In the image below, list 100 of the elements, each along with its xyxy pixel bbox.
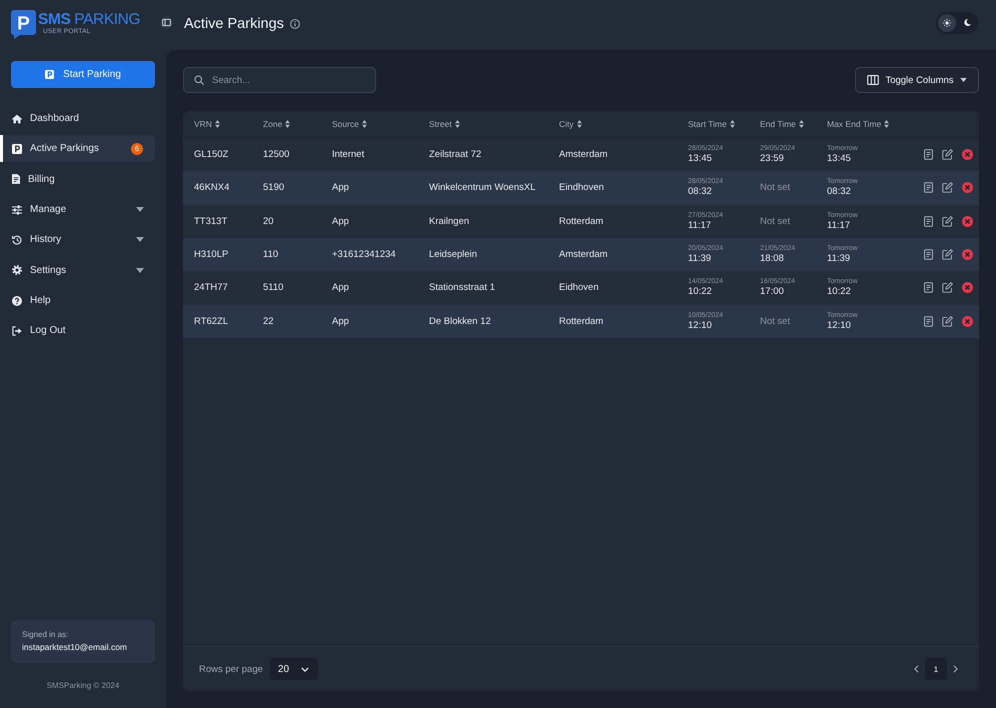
table-cell: App — [332, 182, 349, 194]
nav-item[interactable]: Billing — [0, 166, 155, 193]
nav-item[interactable]: Dashboard — [0, 105, 155, 132]
sort-icon — [454, 120, 460, 128]
edit-icon[interactable] — [942, 216, 952, 227]
time-text: 11:39 — [688, 253, 712, 264]
page-button[interactable]: 1 — [925, 658, 947, 680]
column-header[interactable]: Max End Time — [816, 111, 906, 137]
column-header[interactable]: End Time — [749, 111, 816, 137]
table-cell: Rotterdam — [559, 316, 604, 327]
nav-item[interactable]: Settings — [0, 256, 155, 284]
edit-icon[interactable] — [942, 316, 952, 327]
time-text: 11:17 — [827, 220, 850, 231]
columns-icon — [867, 75, 880, 85]
sun-icon — [943, 18, 951, 26]
nav-item[interactable]: Log Out — [0, 317, 155, 344]
time-text: 13:45 — [688, 153, 712, 164]
edit-icon[interactable] — [942, 249, 952, 260]
table-cell: 20 — [263, 216, 274, 227]
time-text: 12:10 — [827, 320, 851, 331]
column-header[interactable]: Source — [321, 111, 418, 137]
start-parking-button[interactable]: Start Parking — [11, 61, 155, 88]
caret-icon — [136, 268, 144, 273]
moon-icon — [964, 19, 970, 26]
toggle-columns-button[interactable]: Toggle Columns — [855, 67, 979, 93]
column-header[interactable]: City — [548, 111, 677, 137]
table-cell: Eidhoven — [559, 282, 599, 294]
sort-icon — [285, 120, 290, 128]
document-icon[interactable] — [924, 149, 932, 160]
table-cell: 12500 — [263, 149, 290, 160]
light-mode-button[interactable] — [938, 14, 956, 32]
table-cell: 5110 — [263, 282, 284, 294]
nav-item[interactable]: Manage — [0, 196, 155, 224]
table-cell: App — [332, 216, 349, 227]
table-cell: RT62ZL — [194, 316, 228, 327]
rows-per-page-label: Rows per page — [199, 664, 263, 674]
edit-icon[interactable] — [942, 282, 952, 294]
delete-icon[interactable] — [962, 282, 972, 294]
rows-per-page-select[interactable]: 20 — [270, 658, 318, 680]
nav-item[interactable]: Help — [0, 287, 155, 314]
unset-text: Not set — [760, 182, 790, 194]
history-icon — [12, 234, 22, 245]
document-icon[interactable] — [924, 216, 932, 227]
help-icon — [12, 296, 22, 306]
column-header[interactable]: Start Time — [677, 111, 749, 137]
delete-icon[interactable] — [962, 216, 972, 227]
search-icon — [194, 75, 204, 85]
time-text: 12:10 — [688, 320, 712, 331]
delete-icon[interactable] — [962, 316, 972, 327]
sort-icon — [884, 120, 890, 128]
sort-icon — [214, 120, 220, 128]
document-icon[interactable] — [924, 282, 932, 294]
nav-item[interactable]: History — [0, 226, 155, 254]
sort-icon — [362, 120, 367, 128]
page-title: Active Parkings — [184, 16, 284, 32]
unset-text: Not set — [760, 216, 790, 227]
table-cell: Internet — [332, 149, 364, 160]
table-cell: 24TH77 — [194, 282, 228, 294]
search-field[interactable]: Search... — [183, 67, 376, 93]
column-header[interactable]: Street — [418, 111, 548, 137]
sort-icon — [576, 120, 582, 128]
copyright-text: SMSParking © 2024 — [46, 681, 120, 691]
delete-icon[interactable] — [962, 249, 972, 260]
sidebar-toggle-icon[interactable] — [160, 16, 173, 28]
document-icon[interactable] — [924, 316, 932, 327]
edit-icon[interactable] — [942, 182, 952, 194]
brand-name: SMS PARKING — [38, 11, 140, 28]
time-text: 08:32 — [827, 186, 851, 198]
table-cell: TT313T — [194, 216, 228, 227]
table-cell: Zeilstraat 72 — [429, 149, 482, 160]
table-cell: +31612341234 — [332, 249, 396, 260]
delete-icon[interactable] — [962, 149, 972, 160]
document-icon[interactable] — [924, 182, 932, 194]
chevron-right-icon[interactable] — [953, 665, 958, 673]
signed-in-label: Signed in as: — [22, 630, 70, 640]
table-cell: Krailngen — [429, 216, 470, 227]
table-cell: 110 — [263, 249, 278, 260]
caret-icon — [136, 207, 144, 212]
parking-icon — [12, 144, 22, 154]
table-cell: Eindhoven — [559, 182, 604, 194]
column-header[interactable]: Zone — [252, 111, 321, 137]
time-text: 08:32 — [688, 186, 712, 198]
user-email: instaparktest10@email.com — [22, 642, 128, 652]
chevron-left-icon[interactable] — [914, 665, 919, 673]
document-icon[interactable] — [924, 249, 932, 260]
delete-icon[interactable] — [962, 182, 972, 194]
table-cell: 22 — [263, 316, 274, 327]
sliders-icon — [12, 204, 22, 215]
chevron-down-icon — [300, 666, 309, 672]
unset-text: Not set — [760, 316, 790, 327]
table-cell: Rotterdam — [559, 216, 604, 227]
table-cell: Stationsstraat 1 — [429, 282, 496, 294]
logo-mark: P — [11, 10, 36, 39]
edit-icon[interactable] — [942, 149, 952, 160]
info-icon[interactable] — [290, 19, 300, 29]
column-header[interactable]: VRN — [183, 111, 252, 137]
caret-icon — [136, 237, 144, 242]
table-cell: 46KNX4 — [194, 182, 230, 194]
time-text: 23:59 — [760, 153, 784, 164]
time-text: 13:45 — [827, 153, 851, 164]
